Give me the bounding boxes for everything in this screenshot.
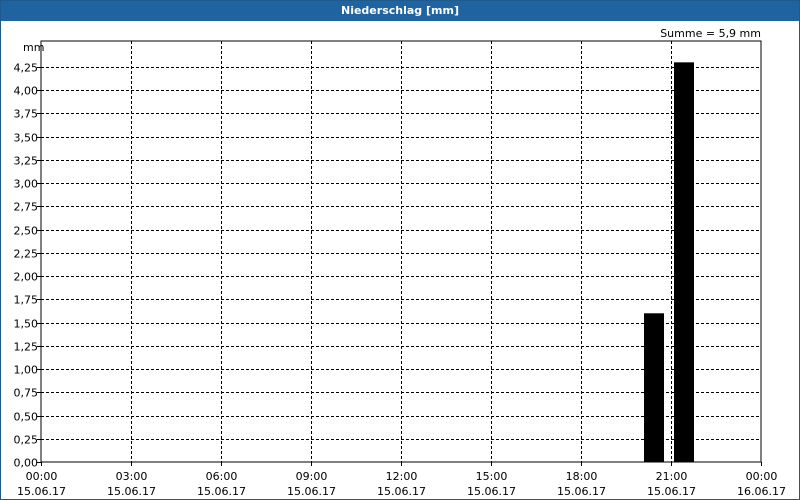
y-tick-label: 0,75 <box>14 387 39 400</box>
x-tick-time-label: 15:00 <box>476 470 508 483</box>
x-tick-time-label: 09:00 <box>296 470 328 483</box>
x-tick-time-label: 00:00 <box>746 470 778 483</box>
y-tick-label: 2,25 <box>14 248 39 261</box>
y-tick-label: 1,75 <box>14 294 39 307</box>
y-tick-label: 1,50 <box>14 318 39 331</box>
y-tick-label: 3,00 <box>14 178 39 191</box>
x-tick-date-label: 15.06.17 <box>377 485 426 498</box>
x-tick-date-label: 15.06.17 <box>17 485 66 498</box>
y-tick-label: 2,75 <box>14 201 39 214</box>
y-tick-label: 4,00 <box>14 85 39 98</box>
y-tick-label: 2,50 <box>14 225 39 238</box>
y-tick-label: 1,25 <box>14 341 39 354</box>
chart-window: Niederschlag [mm] 0,00 0,25 0,50 0,75 1,00 1,… <box>0 0 800 500</box>
x-tick-time-label: 18:00 <box>566 470 598 483</box>
y-axis-unit-label: mm <box>23 41 44 54</box>
y-tick-label: 0,00 <box>14 457 39 470</box>
x-tick-date-label: 16.06.17 <box>737 485 786 498</box>
y-tick-label: 2,00 <box>14 271 39 284</box>
y-tick-label: 0,50 <box>14 411 39 424</box>
x-tick-date-label: 15.06.17 <box>467 485 516 498</box>
y-tick-label: 3,50 <box>14 132 39 145</box>
x-tick-date-label: 15.06.17 <box>287 485 336 498</box>
sum-annotation: Summe = 5,9 mm <box>660 27 761 40</box>
x-tick-date-label: 15.06.17 <box>107 485 156 498</box>
x-tick-date-label: 15.06.17 <box>557 485 606 498</box>
chart-title: Niederschlag [mm] <box>1 1 799 21</box>
x-tick-time-label: 03:00 <box>116 470 148 483</box>
precipitation-bar <box>644 313 664 462</box>
x-tick-time-label: 06:00 <box>206 470 238 483</box>
y-tick-label: 0,25 <box>14 434 39 447</box>
x-tick-date-label: 15.06.17 <box>197 485 246 498</box>
y-tick-label: 3,75 <box>14 108 39 121</box>
y-tick-label: 4,25 <box>14 62 39 75</box>
y-tick-label: 3,25 <box>14 155 39 168</box>
x-tick-time-label: 21:00 <box>656 470 688 483</box>
x-tick-time-label: 00:00 <box>26 470 58 483</box>
y-tick-label: 1,00 <box>14 364 39 377</box>
x-tick-time-label: 12:00 <box>386 470 418 483</box>
precipitation-bar <box>674 62 694 463</box>
x-tick-date-label: 15.06.17 <box>647 485 696 498</box>
precipitation-chart: 0,00 0,25 0,50 0,75 1,00 1,25 1,50 1,75 2,00 2,25… <box>14 27 786 498</box>
